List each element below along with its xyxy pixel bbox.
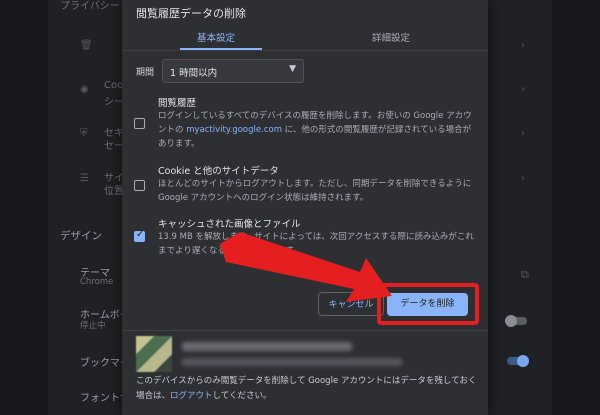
- side-row-security-sub: セー: [104, 141, 124, 152]
- shield-icon: ⛨: [80, 128, 88, 139]
- cookies-description: ほとんどのサイトからログアウトします。ただし、同期データを削除できるように Go…: [158, 179, 472, 203]
- myactivity-link[interactable]: myactivity.google.com: [186, 125, 282, 135]
- cache-title: キャッシュされた画像とファイル: [158, 219, 301, 230]
- cancel-button[interactable]: キャンセル: [318, 292, 384, 316]
- cookies-checkbox[interactable]: [134, 180, 145, 191]
- chevron-right-icon[interactable]: ›: [521, 40, 525, 51]
- section-design-title: デザイン: [60, 230, 102, 242]
- delete-data-button[interactable]: データを削除: [387, 293, 468, 316]
- blurred-account-info: [182, 358, 402, 366]
- chevron-right-icon[interactable]: ›: [521, 128, 525, 139]
- bookmark-bar-toggle[interactable]: [507, 355, 529, 367]
- period-select[interactable]: 1 時間以内 ▼: [162, 59, 304, 83]
- dialog-divider: [122, 330, 488, 331]
- section-privacy-title: プライバシー: [60, 1, 120, 12]
- cache-description: 13.9 MB を解放します。サイトによっては、次回アクセスする際に読み込みがこ…: [158, 232, 474, 256]
- history-title: 閲覧履歴: [158, 98, 197, 109]
- period-select-value: 1 時間以内: [170, 68, 218, 79]
- dialog-title: 閲覧履歴データの削除: [136, 7, 246, 20]
- side-row-site-sub: 位置: [104, 186, 124, 197]
- side-row-cookie[interactable]: Coo: [104, 80, 123, 91]
- clear-browsing-data-dialog: 閲覧履歴データの削除 基本設定 詳細設定 期間 1 時間以内 ▼ 閲覧履歴 ログ…: [122, 0, 488, 415]
- history-checkbox[interactable]: [134, 118, 145, 129]
- period-label: 期間: [136, 68, 155, 78]
- open-external-icon[interactable]: ⧉: [521, 268, 529, 282]
- sliders-icon: ☰: [80, 173, 89, 184]
- footer-note: このデバイスからのみ閲覧データを削除して Google アカウントにはデータを残…: [136, 376, 477, 401]
- side-row-cookie-sub: シー: [104, 97, 124, 108]
- history-description: ログインしているすべてのデバイスの履歴を削除します。お使いの Google アカ…: [158, 111, 472, 149]
- cookie-icon: ◉: [80, 84, 89, 95]
- trash-icon: 🗑: [80, 40, 93, 51]
- logout-link[interactable]: ログアウト: [170, 391, 213, 401]
- blurred-account-name: [182, 342, 352, 351]
- home-button-toggle[interactable]: [505, 315, 527, 327]
- row-theme-sub: Chrome: [80, 277, 114, 287]
- cookies-title: Cookie と他のサイトデータ: [158, 166, 279, 177]
- tab-divider: [122, 50, 488, 51]
- account-row: [136, 336, 481, 372]
- tab-basic[interactable]: 基本設定: [197, 30, 235, 44]
- tab-advanced[interactable]: 詳細設定: [372, 30, 410, 44]
- row-home-button-sub: 停止中: [80, 321, 106, 331]
- cache-checkbox[interactable]: [134, 229, 145, 242]
- caret-down-icon: ▼: [289, 64, 296, 74]
- chevron-right-icon[interactable]: ›: [521, 173, 525, 184]
- avatar: [136, 336, 172, 372]
- chevron-right-icon[interactable]: ›: [521, 84, 525, 95]
